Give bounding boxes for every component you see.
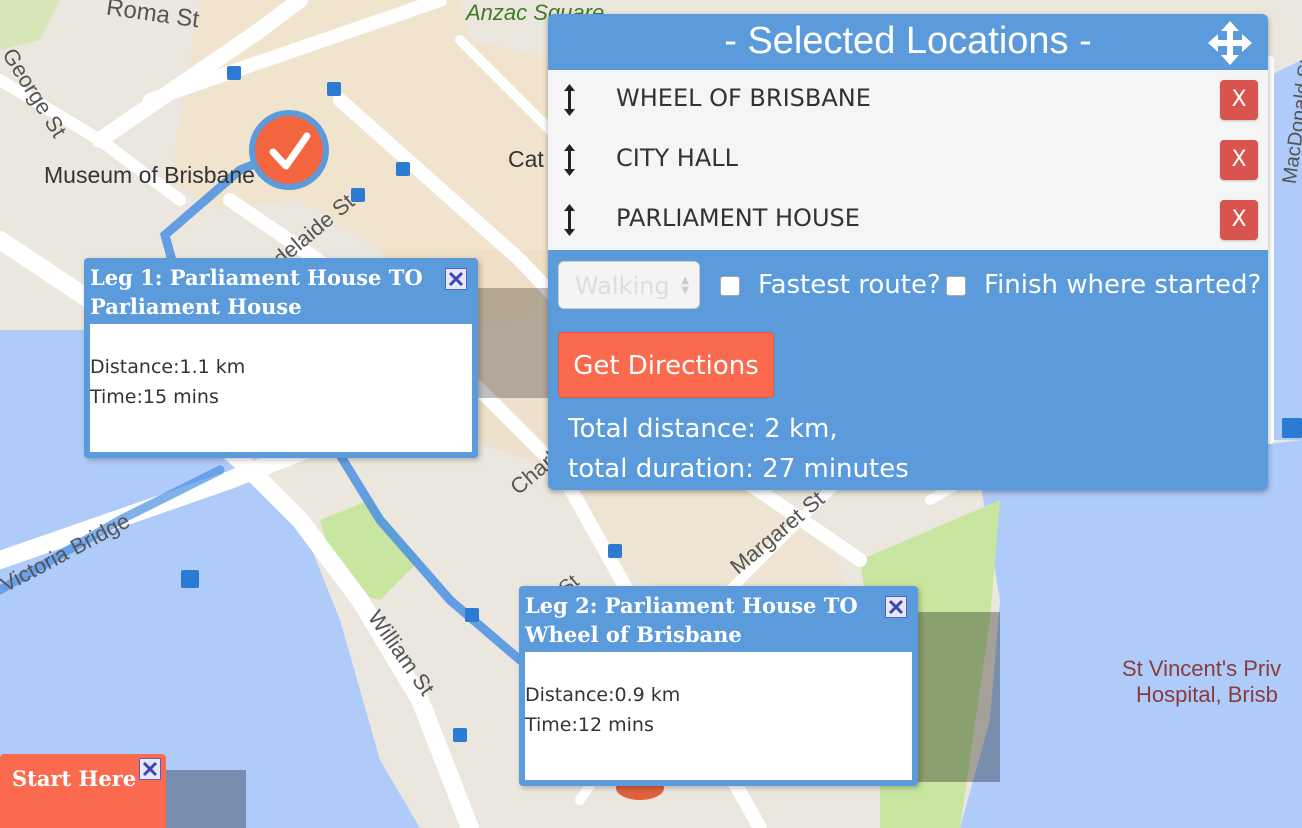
remove-location-button[interactable]: X (1220, 80, 1258, 120)
location-item[interactable]: WHEEL OF BRISBANE X (548, 70, 1268, 130)
fastest-route-label: Fastest route? (758, 270, 941, 300)
travel-mode-value: Walking (575, 272, 670, 300)
drag-handle-icon[interactable] (562, 204, 576, 236)
leg-1-title: Leg 1: Parliament House TO Parliament Ho… (90, 265, 423, 319)
close-icon[interactable] (885, 596, 907, 618)
remove-location-button[interactable]: X (1220, 140, 1258, 180)
panel-title: - Selected Locations - (724, 20, 1092, 62)
leg-2-body: Distance:0.9 km Time:12 mins (525, 652, 912, 780)
get-directions-button[interactable]: Get Directions (558, 332, 774, 398)
total-distance: Total distance: 2 km, (568, 414, 838, 444)
poi-label: Museum of Brisbane (44, 162, 255, 188)
start-here-popup: Start Here (0, 754, 166, 828)
selected-locations-panel: - Selected Locations - WHEEL OF BRISBANE… (548, 14, 1268, 490)
location-name: WHEEL OF BRISBANE (616, 84, 871, 112)
remove-location-button[interactable]: X (1220, 200, 1258, 240)
leg-1-popup: Leg 1: Parliament House TO Parliament Ho… (84, 258, 478, 458)
poi-label: Hospital, Brisb (1136, 682, 1278, 707)
leg-2-time: Time:12 mins (525, 714, 654, 736)
close-icon[interactable] (139, 758, 161, 780)
poi-label: Cat (508, 146, 544, 172)
leg-2-title: Leg 2: Parliament House TO Wheel of Bris… (525, 593, 858, 647)
start-here-label: Start Here (12, 766, 137, 791)
close-icon[interactable] (445, 268, 467, 290)
drag-handle-icon[interactable] (562, 84, 576, 116)
leg-1-body: Distance:1.1 km Time:15 mins (90, 324, 472, 452)
spinner-arrows-icon: ▲ ▼ (681, 275, 689, 296)
location-item[interactable]: CITY HALL X (548, 130, 1268, 190)
total-duration: total duration: 27 minutes (568, 454, 909, 484)
location-name: CITY HALL (616, 144, 738, 172)
fastest-route-checkbox[interactable] (720, 276, 740, 296)
move-icon[interactable] (1208, 21, 1252, 65)
finish-where-started-checkbox[interactable] (946, 276, 966, 296)
location-name: PARLIAMENT HOUSE (616, 204, 860, 232)
leg-2-popup: Leg 2: Parliament House TO Wheel of Bris… (519, 586, 918, 786)
leg-1-distance: Distance:1.1 km (90, 356, 246, 378)
drag-handle-icon[interactable] (562, 144, 576, 176)
location-item[interactable]: PARLIAMENT HOUSE X (548, 190, 1268, 250)
location-list: WHEEL OF BRISBANE X CITY HALL X PARLIAME… (548, 70, 1268, 250)
poi-label: St Vincent's Priv (1122, 656, 1282, 681)
leg-1-time: Time:15 mins (90, 386, 219, 408)
travel-mode-select[interactable]: Walking ▲ ▼ (558, 261, 700, 309)
leg-2-distance: Distance:0.9 km (525, 684, 681, 706)
finish-where-started-label: Finish where started? (984, 270, 1262, 300)
